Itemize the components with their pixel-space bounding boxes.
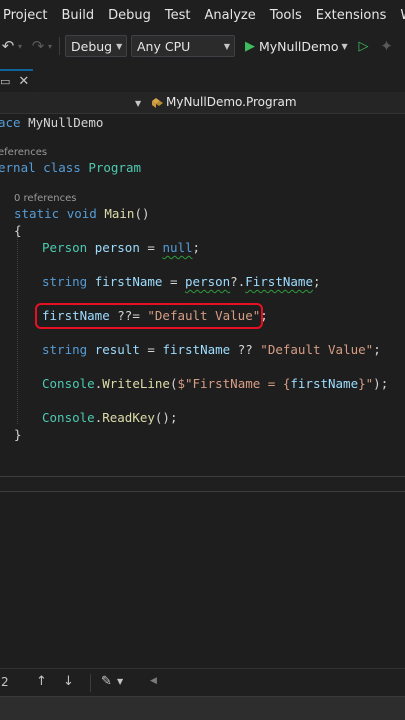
chevron-down-icon[interactable]: ▼ xyxy=(117,677,123,686)
undo-icon[interactable]: ↶ xyxy=(0,37,16,55)
run-target-button[interactable]: MyNullDemo xyxy=(259,39,339,54)
chevron-down-icon[interactable]: ▼ xyxy=(135,99,141,108)
code-line-readkey: Console.ReadKey(); xyxy=(42,410,178,425)
start-without-debugging-icon[interactable]: ▷ xyxy=(359,39,369,54)
tab-program-cs[interactable]: ▭ ✕ xyxy=(0,69,34,91)
menu-debug[interactable]: Debug xyxy=(101,0,158,32)
redo-dropdown-icon[interactable]: ▾ xyxy=(46,42,54,51)
brush-icon[interactable]: ✎ xyxy=(101,674,112,689)
code-line-person-decl: Person person = null; xyxy=(42,240,201,255)
line-number-indicator: 2 xyxy=(1,675,9,689)
undo-dropdown-icon[interactable]: ▾ xyxy=(16,42,24,51)
configuration-value: Debug xyxy=(71,38,113,54)
menu-extensions[interactable]: Extensions xyxy=(309,0,394,32)
code-line-class: ernal class Program xyxy=(0,160,142,175)
indent-guide xyxy=(17,234,18,424)
code-line-close-brace: } xyxy=(14,427,22,442)
close-icon[interactable]: ✕ xyxy=(18,74,29,89)
class-icon xyxy=(152,98,163,108)
code-line-writeline: Console.WriteLine($"FirstName = {firstNa… xyxy=(42,376,389,391)
editor-bottom-bar: 2 ↑ ↓ ✎ ▼ ◀ xyxy=(0,668,405,696)
arrow-up-icon[interactable]: ↑ xyxy=(36,674,47,689)
arrow-down-icon[interactable]: ↓ xyxy=(63,674,74,689)
run-target-dropdown-icon[interactable]: ▼ xyxy=(339,42,351,51)
document-tab-strip: ▭ ✕ xyxy=(0,68,405,92)
code-editor[interactable]: ace MyNullDemo eferences ernal class Pro… xyxy=(0,114,405,476)
toolbar: ↶ ▾ ↷ ▾ Debug ▼ Any CPU ▼ ▶ MyNullDemo ▼… xyxy=(0,32,405,60)
codelens-class-references[interactable]: eferences xyxy=(0,147,47,158)
pin-icon[interactable]: ▭ xyxy=(0,75,10,88)
codelens-main-references[interactable]: 0 references xyxy=(14,193,77,204)
navigation-bar: ▼ MyNullDemo.Program xyxy=(0,92,405,114)
platform-value: Any CPU xyxy=(137,38,191,54)
code-line-namespace: ace MyNullDemo xyxy=(0,115,104,130)
code-line-result-decl: string result = firstName ?? "Default Va… xyxy=(42,342,381,357)
output-panel xyxy=(0,492,405,668)
chevron-down-icon: ▼ xyxy=(223,41,230,51)
toolbar-separator xyxy=(59,37,60,55)
menu-build[interactable]: Build xyxy=(54,0,101,32)
highlight-box xyxy=(35,303,263,329)
chevron-down-icon: ▼ xyxy=(116,41,123,51)
panel-splitter[interactable] xyxy=(0,476,405,492)
platform-dropdown[interactable]: Any CPU ▼ xyxy=(131,35,235,57)
code-line-open-brace: { xyxy=(14,223,22,238)
menu-test[interactable]: Test xyxy=(158,0,198,32)
configuration-dropdown[interactable]: Debug ▼ xyxy=(65,35,127,57)
member-selector[interactable]: MyNullDemo.Program xyxy=(166,95,297,109)
menu-analyze[interactable]: Analyze xyxy=(198,0,263,32)
start-debugging-icon[interactable]: ▶ xyxy=(245,39,255,54)
scroll-left-icon[interactable]: ◀ xyxy=(150,676,157,686)
redo-icon[interactable]: ↷ xyxy=(30,37,46,55)
status-bar xyxy=(0,696,405,720)
code-line-firstname-decl: string firstName = person?.FirstName; xyxy=(42,274,321,289)
menu-tools[interactable]: Tools xyxy=(263,0,309,32)
bottom-separator xyxy=(90,674,91,692)
hot-reload-icon[interactable]: ✦ xyxy=(379,37,395,55)
code-line-main: static void Main() xyxy=(14,206,150,221)
menu-bar: Project Build Debug Test Analyze Tools E… xyxy=(0,0,405,32)
menu-window[interactable]: Window xyxy=(393,0,405,32)
menu-project[interactable]: Project xyxy=(0,0,54,32)
